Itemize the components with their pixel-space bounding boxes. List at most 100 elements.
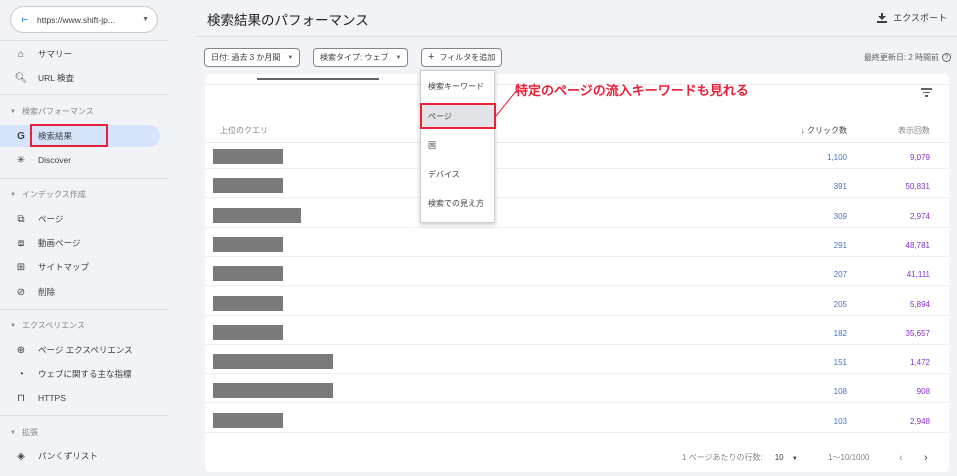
rows-per-page-select[interactable]: 10 ▼: [775, 453, 798, 462]
redacted-query: [213, 412, 283, 428]
column-header-impressions[interactable]: 表示回数: [898, 125, 930, 136]
impressions-value: 41,111: [906, 270, 930, 280]
filter-rows-icon[interactable]: [921, 88, 932, 97]
clicks-value: 1,100: [826, 153, 847, 162]
table-row[interactable]: 103 2,948: [205, 409, 949, 433]
redacted-query: [213, 324, 283, 340]
row-divider: [205, 343, 949, 345]
table-row[interactable]: 182 35,657: [205, 321, 949, 345]
row-divider: [205, 226, 949, 228]
sidebar-item-page-experience[interactable]: ⊕ ページ エクスペリエンス: [0, 339, 160, 361]
impressions-value: 35,657: [905, 328, 930, 338]
rows-per-page: 1 ページあたりの行数: 10 ▼: [682, 452, 798, 463]
property-selector[interactable]: ⊢ https://www.shift-jp... ▼: [10, 6, 158, 33]
clicks-value: 103: [833, 416, 847, 426]
triangle-down-icon: ▼: [10, 191, 16, 198]
plus-circle-icon: ⊕: [16, 344, 26, 356]
section-enhancements[interactable]: ▼ 拡張: [10, 427, 38, 438]
row-divider: [205, 285, 949, 287]
sidebar-item-label: 動画ページ: [38, 238, 81, 248]
row-divider: [205, 431, 949, 433]
clicks-value: 205: [833, 299, 847, 309]
menu-item-device[interactable]: デバイス: [421, 163, 494, 185]
sidebar-item-url-inspection[interactable]: 🔍︎ URL 検査: [0, 67, 160, 89]
redacted-query: [213, 207, 301, 223]
chip-label: 検索タイプ: ウェブ: [320, 53, 389, 62]
last-updated-text: 最終更新日: 2 時間前: [863, 53, 939, 62]
home-icon: ⌂: [17, 48, 25, 60]
rows-per-page-value: 10: [774, 453, 784, 462]
divider: [0, 178, 168, 179]
clicks-value: 207: [833, 270, 847, 280]
add-filter-button[interactable]: + フィルタを追加: [421, 48, 503, 67]
export-label: エクスポート: [893, 13, 947, 23]
google-g-icon: G: [17, 130, 25, 142]
pagination-range: 1～10/1000: [828, 453, 870, 462]
sidebar-item-label: ページ: [38, 214, 64, 224]
sidebar-item-summary[interactable]: ⌂ サマリー: [0, 43, 160, 65]
sidebar-item-pages[interactable]: ⧉ ページ: [0, 208, 160, 230]
section-indexing[interactable]: ▼ インデックス作成: [10, 189, 86, 200]
filter-type-menu: 検索キーワード ページ 国 デバイス 検索での見え方: [420, 70, 495, 223]
eye-off-icon: ⊘: [16, 286, 26, 298]
help-icon[interactable]: ?: [942, 53, 951, 62]
table-row[interactable]: 151 1,472: [205, 350, 949, 375]
divider: [0, 415, 168, 416]
impressions-value: 2,974: [909, 211, 930, 221]
table-row[interactable]: 291 48,781: [205, 233, 949, 257]
header-row-divider: [205, 142, 949, 143]
header-divider: [195, 36, 957, 37]
impressions-value: 48,781: [905, 240, 930, 250]
table-row[interactable]: 309 2,974: [205, 204, 949, 228]
sidebar-item-label: パンくずリスト: [38, 451, 98, 461]
results-card: 上位のクエリ ↓ クリック数 表示回数 1,100 9,079 391 50,831 3…: [205, 74, 949, 472]
impressions-value: 50,831: [905, 182, 930, 192]
page-title: 検索結果のパフォーマンス: [207, 13, 369, 28]
chevron-down-icon: ▼: [395, 54, 402, 61]
section-label: エクスペリエンス: [21, 321, 85, 330]
column-header-label: クリック数: [807, 126, 847, 135]
sidebar-item-label: 削除: [38, 287, 56, 297]
diamond-icon: ◈: [17, 450, 25, 462]
table-row[interactable]: 108 908: [205, 379, 949, 404]
menu-item-query[interactable]: 検索キーワード: [421, 75, 494, 97]
redacted-query: [213, 295, 283, 311]
table-row[interactable]: 205 5,894: [205, 292, 949, 316]
table-row[interactable]: 391 50,831: [205, 174, 949, 199]
sidebar-item-label: HTTPS: [38, 393, 66, 403]
sidebar-item-label: ページ エクスペリエンス: [38, 345, 133, 355]
annotation-highlight-box: [30, 124, 108, 147]
impressions-value: 5,894: [909, 299, 930, 309]
gauge-icon: ◔: [17, 368, 25, 380]
table-row[interactable]: 1,100 9,079: [205, 145, 949, 169]
divider: [0, 309, 168, 310]
video-pages-icon: ⧈: [17, 237, 25, 249]
sidebar-item-sitemaps[interactable]: ⊞ サイトマップ: [0, 256, 160, 278]
clicks-value: 151: [833, 358, 847, 368]
sidebar-item-breadcrumbs[interactable]: ◈ パンくずリスト: [0, 445, 160, 467]
prev-page-button[interactable]: ‹: [899, 452, 903, 464]
clicks-value: 309: [833, 211, 847, 221]
next-page-button[interactable]: ›: [924, 452, 928, 464]
search-type-filter-chip[interactable]: 検索タイプ: ウェブ ▼: [313, 48, 409, 67]
table-row[interactable]: 207 41,111: [205, 262, 949, 287]
divider: [0, 94, 168, 95]
menu-item-country[interactable]: 国: [421, 134, 494, 156]
section-search-performance[interactable]: ▼ 検索パフォーマンス: [10, 106, 94, 117]
sidebar-item-removals[interactable]: ⊘ 削除: [0, 281, 160, 303]
date-filter-chip[interactable]: 日付: 過去 3 か月間 ▼: [204, 48, 301, 67]
triangle-down-icon: ▼: [10, 108, 16, 115]
sidebar-item-discover[interactable]: ✳ Discover: [0, 149, 160, 171]
column-header-clicks[interactable]: ↓ クリック数: [801, 125, 847, 136]
section-label: 検索パフォーマンス: [21, 107, 94, 116]
triangle-down-icon: ▼: [10, 429, 16, 436]
sidebar-item-core-web-vitals[interactable]: ◔ ウェブに関する主な指標: [0, 363, 160, 385]
column-header-query[interactable]: 上位のクエリ: [220, 125, 268, 136]
export-button[interactable]: エクスポート: [877, 11, 947, 24]
sidebar-item-video-pages[interactable]: ⧈ 動画ページ: [0, 232, 160, 254]
chip-label: フィルタを追加: [439, 53, 496, 62]
section-experience[interactable]: ▼ エクスペリエンス: [10, 320, 85, 331]
menu-item-search-appearance[interactable]: 検索での見え方: [421, 192, 494, 214]
clicks-value: 291: [833, 240, 847, 250]
sidebar-item-https[interactable]: ⊓ HTTPS: [0, 387, 160, 409]
